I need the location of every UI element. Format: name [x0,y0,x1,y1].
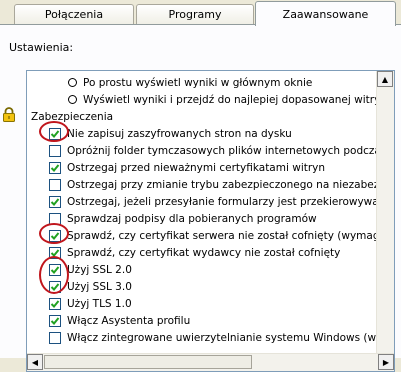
checkbox[interactable] [49,230,61,242]
radio-label: Wyświetl wyniki i przejdź do najlepiej d… [83,94,377,106]
section-label: Zabezpieczenia [31,111,114,123]
checkmark-icon [50,232,60,240]
option-row[interactable]: Sprawdź, czy certyfikat wydawcy nie zost… [27,245,377,262]
option-label: Ostrzegaj, jeżeli przesyłanie formularzy… [67,196,377,208]
scroll-right-button[interactable]: ▶ [378,354,394,370]
checkbox[interactable] [49,196,61,208]
advanced-panel: Ustawienia: Po prostu wyświetl wyniki w … [0,24,401,372]
settings-rows: Po prostu wyświetl wyniki w głównym okni… [27,75,377,347]
option-row[interactable]: Nie zapisuj zaszyfrowanych stron na dysk… [27,126,377,143]
option-row[interactable]: Sprawdzaj podpisy dla pobieranych progra… [27,211,377,228]
checkbox[interactable] [49,332,61,344]
option-label: Ostrzegaj przed nieważnymi certyfikatami… [67,162,326,174]
checkbox[interactable] [49,213,61,225]
checkbox[interactable] [49,298,61,310]
checkmark-icon [50,317,60,325]
option-label: Użyj SSL 2.0 [67,264,132,276]
option-label: Włącz Asystenta profilu [67,315,191,327]
tab-zaawansowane[interactable]: Zaawansowane [255,1,396,26]
section-security: Zabezpieczenia [27,109,377,126]
checkbox[interactable] [49,179,61,191]
settings-label: Ustawienia: [9,41,74,54]
option-row[interactable]: Włącz Asystenta profilu [27,313,377,330]
radio-label: Po prostu wyświetl wyniki w głównym okni… [83,77,313,89]
option-label: Nie zapisuj zaszyfrowanych stron na dysk… [67,128,292,140]
option-row[interactable]: Włącz zintegrowane uwierzytelnianie syst… [27,330,377,347]
lock-icon [3,107,15,122]
checkbox[interactable] [49,315,61,327]
arrow-up-icon: ▲ [381,74,389,84]
option-label: Sprawdź, czy certyfikat serwera nie zost… [67,230,377,242]
horizontal-scrollbar[interactable]: ◀ ▶ [27,353,394,371]
arrow-right-icon: ▶ [382,357,390,367]
option-row[interactable]: Użyj TLS 1.0 [27,296,377,313]
radio-button[interactable] [68,95,77,104]
checkmark-icon [50,130,60,138]
option-label: Ostrzegaj przy zmianie trybu zabezpieczo… [67,179,377,191]
option-row[interactable]: Opróżnij folder tymczasowych plików inte… [27,143,377,160]
option-row[interactable]: Użyj SSL 3.0 [27,279,377,296]
scroll-left-button[interactable]: ◀ [27,354,43,370]
vertical-scrollbar[interactable]: ▲ [376,71,394,354]
checkmark-icon [50,266,60,274]
checkbox[interactable] [49,281,61,293]
settings-listbox[interactable]: Po prostu wyświetl wyniki w głównym okni… [26,70,395,372]
option-row[interactable]: Ostrzegaj, jeżeli przesyłanie formularzy… [27,194,377,211]
tab-programy[interactable]: Programy [136,4,254,24]
checkmark-icon [50,198,60,206]
option-label: Opróżnij folder tymczasowych plików inte… [67,145,377,157]
option-label: Włącz zintegrowane uwierzytelnianie syst… [67,332,377,344]
option-label: Użyj SSL 3.0 [67,281,132,293]
option-label: Sprawdzaj podpisy dla pobieranych progra… [67,213,317,225]
checkbox[interactable] [49,247,61,259]
horizontal-scroll-thumb[interactable] [44,355,252,369]
checkmark-icon [50,249,60,257]
checkmark-icon [50,300,60,308]
option-row[interactable]: Użyj SSL 2.0 [27,262,377,279]
tab-polaczenia[interactable]: Połączenia [14,4,134,24]
checkbox[interactable] [49,145,61,157]
option-row[interactable]: Ostrzegaj przed nieważnymi certyfikatami… [27,160,377,177]
radio-row-display-results[interactable]: Po prostu wyświetl wyniki w głównym okni… [27,75,377,92]
radio-button[interactable] [68,78,77,87]
option-label: Sprawdź, czy certyfikat wydawcy nie zost… [67,247,341,259]
option-label: Użyj TLS 1.0 [67,298,132,310]
tab-strip: Połączenia Programy Zaawansowane [0,0,401,26]
option-row[interactable]: Ostrzegaj przy zmianie trybu zabezpieczo… [27,177,377,194]
arrow-left-icon: ◀ [31,357,39,367]
radio-row-best-match[interactable]: Wyświetl wyniki i przejdź do najlepiej d… [27,92,377,109]
checkmark-icon [50,283,60,291]
checkmark-icon [50,164,60,172]
checkbox[interactable] [49,264,61,276]
option-row[interactable]: Sprawdź, czy certyfikat serwera nie zost… [27,228,377,245]
checkbox[interactable] [49,162,61,174]
checkbox[interactable] [49,128,61,140]
scroll-up-button[interactable]: ▲ [377,71,393,87]
